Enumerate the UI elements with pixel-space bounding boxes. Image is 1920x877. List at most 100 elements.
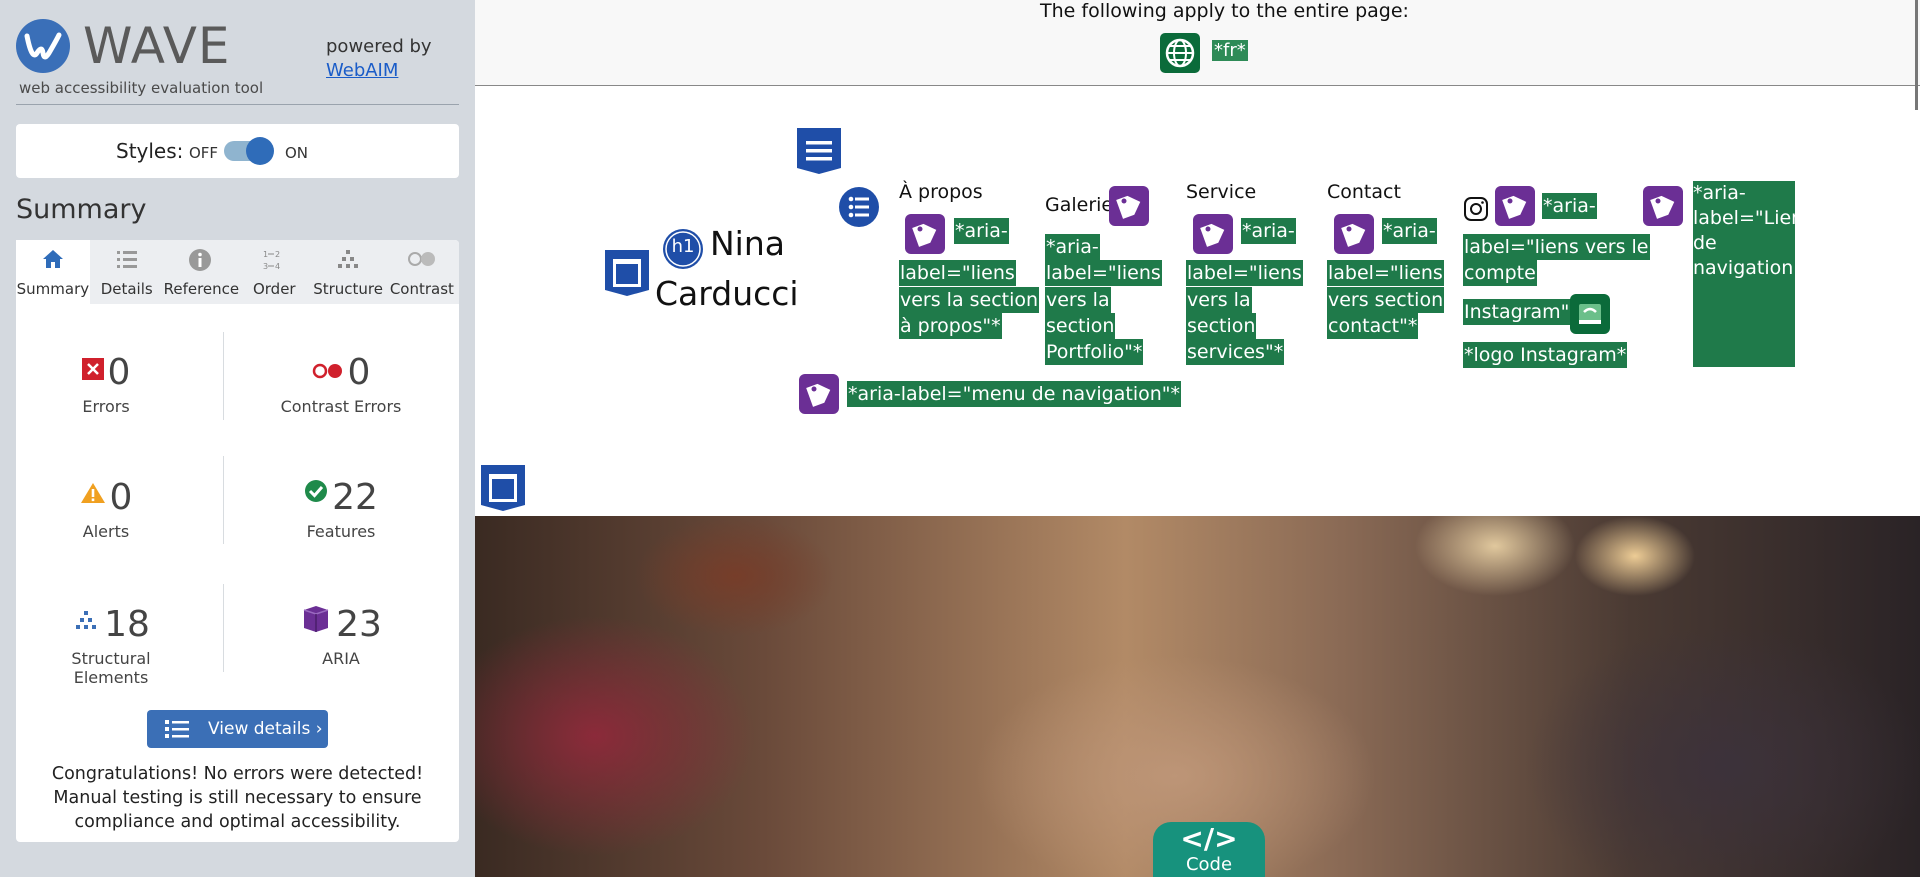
styles-toggle[interactable] — [224, 137, 274, 165]
alerts-count: 0 — [109, 477, 133, 518]
scrollbar[interactable] — [1915, 0, 1918, 110]
nav-link-contact[interactable]: Contact — [1327, 181, 1401, 203]
aria-label-text: *aria- — [1241, 218, 1296, 244]
aria-label-tag-icon[interactable] — [1495, 186, 1535, 226]
alerts-stat[interactable]: 0 Alerts — [46, 477, 166, 541]
home-icon — [42, 250, 63, 268]
aria-label-text: label="liens — [899, 260, 1016, 286]
tab-order[interactable]: 1234 Order — [237, 240, 311, 304]
webaim-link[interactable]: WebAIM — [326, 60, 398, 81]
aria-label-text: vers la — [1045, 287, 1111, 313]
svg-text:2: 2 — [275, 250, 280, 259]
tab-summary[interactable]: Summary — [16, 240, 90, 304]
view-details-button[interactable]: View details › — [147, 710, 328, 748]
list-icon — [116, 251, 137, 268]
aria-stat[interactable]: 23 ARIA — [241, 604, 441, 668]
region-icon[interactable] — [605, 250, 649, 296]
nav-link-apropos[interactable]: À propos — [899, 181, 983, 203]
errors-stat[interactable]: 0 Errors — [46, 352, 166, 416]
styles-on-label: ON — [285, 144, 309, 162]
language-label: *fr* — [1212, 40, 1248, 61]
aria-label-text: vers la section — [899, 287, 1040, 313]
tab-bar: Summary Details Reference 1234 Order Str… — [16, 240, 459, 304]
aria-label-text: section — [1186, 313, 1257, 339]
tab-contrast[interactable]: Contrast — [385, 240, 459, 304]
instagram-icon[interactable] — [1463, 196, 1489, 222]
stat-divider — [223, 456, 224, 544]
summary-heading: Summary — [16, 194, 147, 225]
linked-image-icon[interactable] — [1570, 294, 1610, 334]
stat-divider — [223, 584, 224, 672]
aria-label-tag-icon[interactable] — [1193, 214, 1233, 254]
aria-label-text: Portfolio"* — [1045, 339, 1144, 365]
code-toggle-button[interactable]: </> Code — [1153, 822, 1265, 877]
nav-link-service[interactable]: Service — [1186, 181, 1256, 203]
contrast-icon — [407, 252, 435, 266]
order-icon: 1 23 4 — [263, 250, 280, 271]
tab-details[interactable]: Details — [90, 240, 164, 304]
aria-label-text: *aria- — [954, 218, 1009, 244]
aria-label-tag-icon[interactable] — [799, 374, 839, 414]
aria-label-text: Instagram"* — [1463, 299, 1580, 325]
aria-label-text: à propos"* — [899, 313, 1002, 339]
globe-icon[interactable] — [1160, 33, 1200, 73]
powered-by-text: powered by — [326, 36, 432, 57]
structure-icon — [76, 611, 97, 629]
svg-text:3: 3 — [263, 262, 268, 271]
wave-tagline: web accessibility evaluation tool — [19, 79, 264, 97]
styles-toggle-box: Styles: OFF ON — [16, 124, 459, 178]
aria-label-text: vers section — [1327, 287, 1445, 313]
evaluated-page: The following apply to the entire page: … — [475, 0, 1920, 877]
aria-label-text: contact"* — [1327, 313, 1419, 339]
errors-count: 0 — [107, 352, 131, 393]
tab-label: Structure — [313, 280, 383, 298]
aria-label-text: *aria- — [1542, 193, 1597, 219]
tab-label: Reference — [163, 280, 240, 298]
aria-label-text: label="liens vers le — [1463, 234, 1650, 260]
header-region-icon[interactable] — [797, 128, 841, 174]
errors-label: Errors — [82, 397, 130, 416]
site-title-line2: Carducci — [655, 274, 799, 313]
aria-label-text: label="Liens — [1693, 207, 1814, 229]
aria-label-text: vers la — [1186, 287, 1252, 313]
tab-label: Order — [252, 280, 296, 298]
aria-label-text: *aria- — [1382, 218, 1437, 244]
toggle-knob — [246, 137, 274, 165]
aria-label-text: label="liens — [1186, 260, 1303, 286]
aria-label-text: de — [1693, 232, 1717, 254]
structural-stat[interactable]: 18 Structural Elements — [36, 604, 186, 687]
list-icon[interactable] — [838, 186, 880, 228]
aria-label-tag-icon[interactable] — [1334, 214, 1374, 254]
aria-label-text: label="liens — [1327, 260, 1444, 286]
page-level-annotations: The following apply to the entire page: … — [475, 0, 1920, 86]
svg-text:1: 1 — [263, 250, 268, 259]
main-region-icon[interactable] — [481, 465, 525, 511]
wave-sidebar: WAVE web accessibility evaluation tool p… — [0, 0, 475, 877]
h1-badge: h1 — [671, 236, 695, 257]
tab-structure[interactable]: Structure — [311, 240, 385, 304]
info-icon — [189, 249, 212, 271]
contrast-errors-stat[interactable]: 0 Contrast Errors — [241, 352, 441, 416]
wave-logo-icon — [16, 19, 70, 73]
summary-panel: Summary Details Reference 1234 Order Str… — [16, 240, 459, 842]
aria-label-text: compte — [1463, 260, 1537, 286]
aria-label-tag-icon[interactable] — [1109, 186, 1149, 226]
aria-label-tag-icon[interactable] — [905, 214, 945, 254]
aria-label-text: section — [1045, 313, 1116, 339]
structural-count: 18 — [104, 604, 150, 645]
tab-label: Details — [100, 280, 153, 298]
alert-icon — [80, 483, 105, 503]
list-icon — [165, 720, 189, 738]
divider — [16, 104, 459, 105]
features-stat[interactable]: 22 Features — [241, 477, 441, 541]
alt-text-label: *logo Instagram* — [1463, 342, 1628, 368]
tab-reference[interactable]: Reference — [163, 240, 240, 304]
features-count: 22 — [332, 477, 378, 518]
nav-link-galerie[interactable]: Galerie — [1045, 194, 1113, 216]
svg-text:4: 4 — [275, 262, 280, 271]
styles-off-label: OFF — [189, 144, 219, 162]
aria-label-text: label="liens — [1045, 260, 1162, 286]
aria-label-text: *aria- — [1693, 182, 1746, 204]
code-icon: </> — [1180, 822, 1238, 855]
aria-label-tag-icon[interactable] — [1643, 186, 1683, 226]
